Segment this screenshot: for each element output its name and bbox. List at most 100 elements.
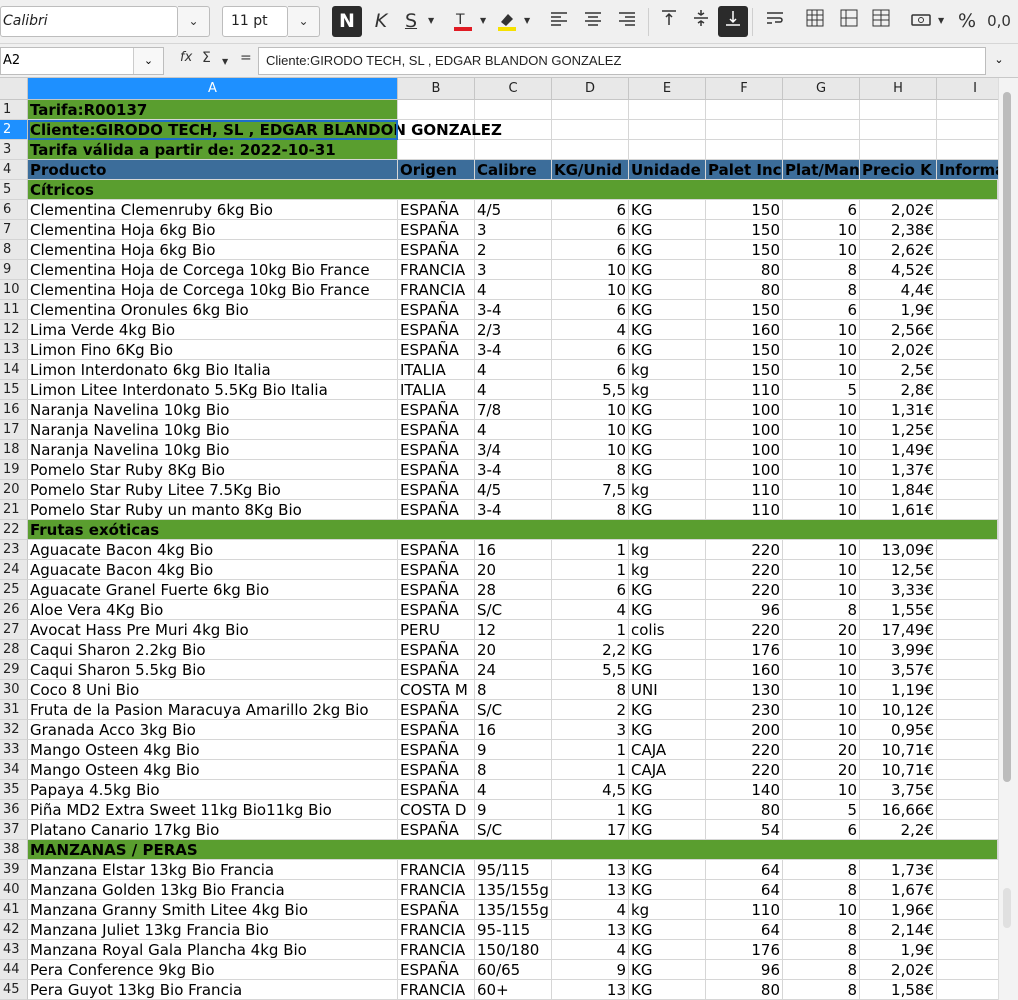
table-cell[interactable] <box>937 640 998 660</box>
table-cell[interactable]: KG <box>629 260 706 280</box>
table-cell[interactable] <box>937 140 998 160</box>
table-cell[interactable]: ESPAÑA <box>398 660 475 680</box>
row-header[interactable]: 4 <box>0 160 28 180</box>
table-cell[interactable] <box>937 220 998 240</box>
table-cell[interactable]: 80 <box>706 260 783 280</box>
table-cell[interactable]: ESPAÑA <box>398 460 475 480</box>
table-cell[interactable]: KG <box>629 820 706 840</box>
table-cell[interactable]: ESPAÑA <box>398 740 475 760</box>
table-cell[interactable] <box>937 820 998 840</box>
table-cell[interactable] <box>937 760 998 780</box>
table-cell[interactable]: KG <box>629 720 706 740</box>
table-cell[interactable]: kg <box>629 900 706 920</box>
row-header[interactable]: 33 <box>0 740 28 760</box>
row-header[interactable]: 22 <box>0 520 28 540</box>
table-cell[interactable]: 9 <box>475 800 552 820</box>
table-cell[interactable]: kg <box>629 380 706 400</box>
select-all-corner[interactable] <box>0 78 28 100</box>
table-cell[interactable]: 3,75€ <box>860 780 937 800</box>
table-cell[interactable]: 8 <box>475 760 552 780</box>
section-heading[interactable]: Frutas exóticas <box>28 520 998 540</box>
table-cell[interactable]: KG <box>629 980 706 1000</box>
table-cell[interactable]: 12,5€ <box>860 560 937 580</box>
table-cell[interactable]: KG <box>629 460 706 480</box>
align-bottom-button[interactable] <box>718 6 748 37</box>
table-cell[interactable]: ITALIA <box>398 380 475 400</box>
table-cell[interactable]: 4 <box>475 360 552 380</box>
table-cell[interactable]: 2 <box>475 240 552 260</box>
table-cell[interactable]: KG <box>629 320 706 340</box>
table-cell[interactable]: 20 <box>783 620 860 640</box>
table-cell[interactable]: KG <box>629 340 706 360</box>
table-cell[interactable]: 3-4 <box>475 460 552 480</box>
font-size-dropdown[interactable]: ⌄ <box>288 6 320 37</box>
table-cell[interactable]: 5,5 <box>552 380 629 400</box>
table-cell[interactable]: 230 <box>706 700 783 720</box>
table-cell[interactable] <box>937 600 998 620</box>
table-cell[interactable]: 10 <box>783 460 860 480</box>
align-right-button[interactable] <box>612 6 642 37</box>
row-header[interactable]: 9 <box>0 260 28 280</box>
table-cell[interactable]: ESPAÑA <box>398 900 475 920</box>
row-header[interactable]: 30 <box>0 680 28 700</box>
font-color-button[interactable]: T <box>448 6 478 37</box>
row-header[interactable]: 7 <box>0 220 28 240</box>
table-cell[interactable]: 28 <box>475 580 552 600</box>
table-cell[interactable]: 64 <box>706 880 783 900</box>
borders-button[interactable] <box>834 6 864 37</box>
table-cell[interactable] <box>552 120 629 140</box>
row-header[interactable]: 12 <box>0 320 28 340</box>
row-header[interactable]: 11 <box>0 300 28 320</box>
table-cell[interactable] <box>937 360 998 380</box>
table-cell[interactable]: Clementina Hoja 6kg Bio <box>28 240 398 260</box>
table-cell[interactable]: KG <box>629 440 706 460</box>
underline-dropdown-icon[interactable]: ▼ <box>428 16 434 25</box>
table-cell[interactable]: 10 <box>783 360 860 380</box>
table-cell[interactable]: 17,49€ <box>860 620 937 640</box>
table-cell[interactable]: 20 <box>475 560 552 580</box>
table-cell[interactable]: Clementina Hoja de Corcega 10kg Bio Fran… <box>28 280 398 300</box>
table-cell[interactable]: 0,95€ <box>860 720 937 740</box>
table-cell[interactable]: Mango Osteen 4kg Bio <box>28 740 398 760</box>
table-cell[interactable] <box>937 980 998 1000</box>
table-cell[interactable]: 8 <box>552 500 629 520</box>
table-cell[interactable]: 10 <box>552 400 629 420</box>
table-cell[interactable]: S/C <box>475 600 552 620</box>
table-cell[interactable]: ESPAÑA <box>398 560 475 580</box>
table-cell[interactable]: 220 <box>706 560 783 580</box>
table-cell[interactable]: 5 <box>783 800 860 820</box>
table-cell[interactable]: 2,2 <box>552 640 629 660</box>
column-header-f[interactable]: F <box>706 78 783 100</box>
table-cell[interactable]: 5,5 <box>552 660 629 680</box>
table-cell[interactable] <box>937 780 998 800</box>
table-cell[interactable]: 1,31€ <box>860 400 937 420</box>
table-cell[interactable]: ESPAÑA <box>398 420 475 440</box>
table-cell[interactable]: 220 <box>706 760 783 780</box>
table-cell[interactable]: ESPAÑA <box>398 200 475 220</box>
row-header[interactable]: 17 <box>0 420 28 440</box>
table-cell[interactable]: 10 <box>552 260 629 280</box>
row-header[interactable]: 23 <box>0 540 28 560</box>
table-cell[interactable]: 176 <box>706 940 783 960</box>
table-cell[interactable]: 135/155g <box>475 880 552 900</box>
align-center-button[interactable] <box>578 6 608 37</box>
table-cell[interactable]: KG <box>629 640 706 660</box>
table-cell[interactable]: Naranja Navelina 10kg Bio <box>28 400 398 420</box>
table-cell[interactable]: 1,58€ <box>860 980 937 1000</box>
row-header[interactable]: 14 <box>0 360 28 380</box>
equals-icon[interactable]: = <box>240 50 252 66</box>
scrollbar-thumb[interactable] <box>1003 92 1011 782</box>
highlight-color-button[interactable] <box>492 6 522 37</box>
table-cell[interactable]: Papaya 4.5kg Bio <box>28 780 398 800</box>
table-cell[interactable]: 1 <box>552 560 629 580</box>
table-cell[interactable]: KG <box>629 300 706 320</box>
table-cell[interactable]: Aloe Vera 4Kg Bio <box>28 600 398 620</box>
wrap-text-button[interactable] <box>760 6 790 37</box>
table-cell[interactable]: 8 <box>783 600 860 620</box>
table-cell[interactable]: 7/8 <box>475 400 552 420</box>
table-cell[interactable]: KG <box>629 500 706 520</box>
table-cell[interactable]: 3/4 <box>475 440 552 460</box>
row-header[interactable]: 6 <box>0 200 28 220</box>
row-header[interactable]: 43 <box>0 940 28 960</box>
decimal-places-button[interactable]: 0,0 <box>984 6 1014 37</box>
